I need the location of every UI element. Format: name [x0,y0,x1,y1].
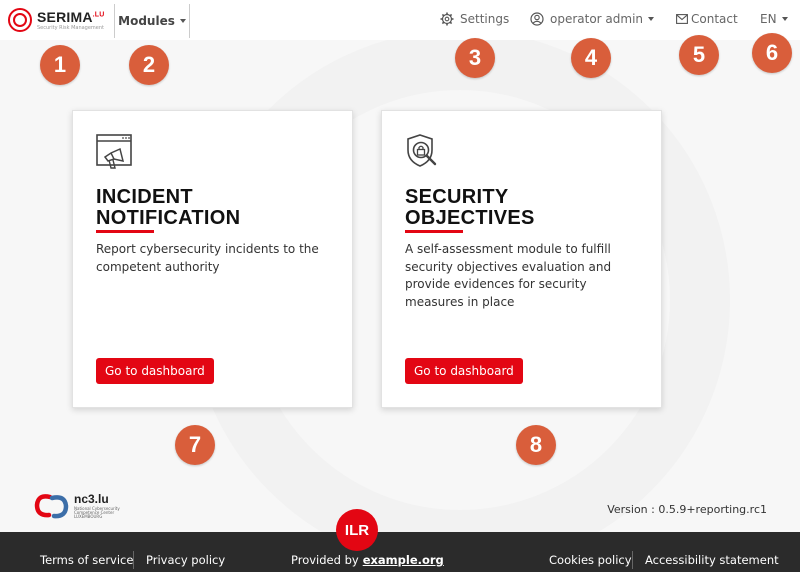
contact-label: Contact [691,12,738,26]
badge-3: 3 [455,38,495,78]
title-underline [405,230,463,233]
user-menu-dropdown[interactable]: operator admin [530,12,655,26]
logo-subtitle: Security Risk Management [37,24,105,31]
ilr-logo[interactable]: ILR [336,509,378,551]
provided-prefix: Provided by [291,553,359,567]
nc3-logo-icon [34,494,69,519]
caret-down-icon [781,17,788,21]
caret-down-icon [179,19,186,23]
nc3-logo[interactable]: nc3.lu National Cybersecurity Competence… [34,492,124,520]
nc3-name: nc3.lu [74,492,109,506]
logo-name: SERIMA.LU [37,10,105,24]
caret-down-icon [648,17,655,21]
badge-2: 2 [129,45,169,85]
settings-label: Settings [460,12,510,26]
badge-7: 7 [175,425,215,465]
language-dropdown[interactable]: EN [760,12,788,26]
card-title-line1: INCIDENT [96,186,193,208]
serima-logo-icon [8,8,32,32]
badge-1: 1 [40,45,80,85]
badge-4: 4 [571,38,611,78]
privacy-policy-link[interactable]: Privacy policy [146,553,225,567]
incident-notification-card: INCIDENT NOTIFICATION Report cybersecuri… [72,110,353,408]
gear-icon [440,12,454,26]
card-title-line1: SECURITY [405,186,509,208]
logo-name-text: SERIMA [37,8,93,25]
badge-6: 6 [752,33,792,73]
modules-label: Modules [118,14,175,28]
security-dashboard-button[interactable]: Go to dashboard [405,358,523,384]
footer-separator [632,551,633,569]
logo-tld: .LU [92,10,105,18]
card-title: INCIDENT NOTIFICATION [96,187,329,229]
contact-link[interactable]: Contact [676,12,738,26]
user-label: operator admin [550,12,644,26]
megaphone-window-icon [96,134,132,169]
provided-by: Provided by example.org [291,553,444,567]
card-description: A self-assessment module to fulfill secu… [405,242,612,309]
footer-separator [133,551,134,569]
provider-link[interactable]: example.org [363,553,444,567]
security-objectives-card: SECURITY OBJECTIVES A self-assessment mo… [381,110,662,408]
title-underline [96,230,154,233]
accessibility-statement-link[interactable]: Accessibility statement [645,553,779,567]
nc3-subtitle: National Cybersecurity Competence Center… [74,506,120,519]
serima-logo[interactable]: SERIMA.LU Security Risk Management [8,6,108,34]
user-circle-icon [530,12,544,26]
card-title: SECURITY OBJECTIVES [405,187,638,229]
shield-lock-search-icon [407,134,437,167]
logo-text: SERIMA.LU Security Risk Management [37,10,105,31]
card-title-line2: OBJECTIVES [405,207,535,229]
nc3-text: nc3.lu National Cybersecurity Competence… [74,493,124,519]
badge-5: 5 [679,35,719,75]
modules-dropdown[interactable]: Modules [114,4,190,38]
terms-of-service-link[interactable]: Terms of service [40,553,133,567]
badge-8: 8 [516,425,556,465]
envelope-icon [676,14,688,24]
footer-bar: Terms of service Privacy policy Provided… [0,532,800,572]
cookies-policy-link[interactable]: Cookies policy [549,553,632,567]
settings-link[interactable]: Settings [440,12,509,26]
card-title-line2: NOTIFICATION [96,207,241,229]
incident-dashboard-button[interactable]: Go to dashboard [96,358,214,384]
version-text: Version : 0.5.9+reporting.rc1 [607,503,767,516]
top-navbar: SERIMA.LU Security Risk Management Modul… [0,0,800,40]
language-label: EN [760,12,777,26]
card-description: Report cybersecurity incidents to the co… [96,242,319,274]
